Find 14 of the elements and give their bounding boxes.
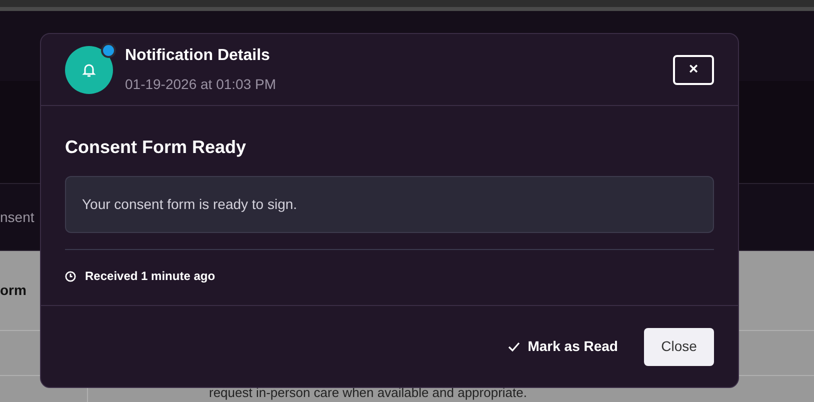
dialog-title: Notification Details (125, 46, 271, 66)
timestamp: 01-19-2026 at 01:03 PM (125, 75, 277, 94)
tab-label[interactable]: nsent (0, 206, 34, 228)
bell-icon (81, 62, 97, 78)
close-button[interactable]: × (673, 54, 714, 84)
mark-read-button[interactable]: Mark as Read (508, 328, 618, 366)
notification-subject: Consent Form Ready (65, 136, 248, 159)
close-button[interactable]: Close (644, 328, 714, 366)
message-text: Your consent form is ready to sign. (82, 195, 298, 214)
clock-icon (65, 270, 76, 282)
section-heading: orm (0, 281, 26, 300)
check-icon (508, 342, 520, 352)
body-text: request in-person care when available and appropriate. (209, 386, 527, 400)
received-time: Received 1 minute ago (85, 268, 216, 285)
